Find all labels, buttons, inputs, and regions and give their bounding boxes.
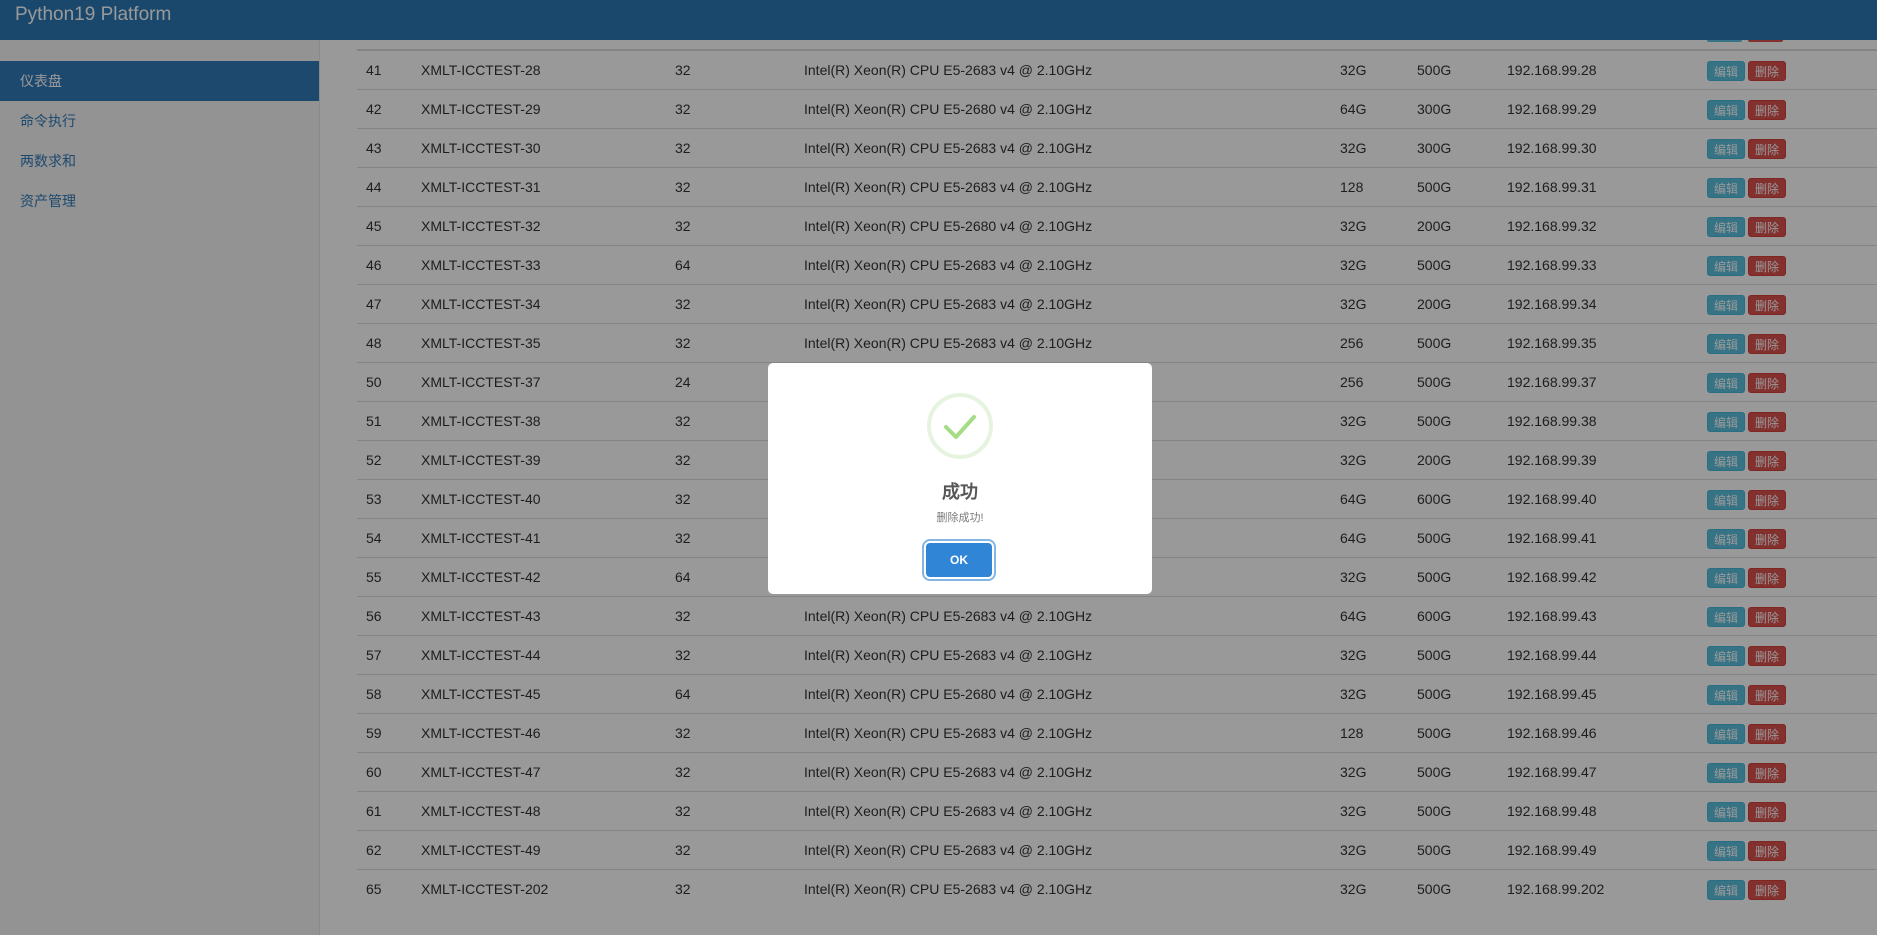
success-dialog: 成功 删除成功! OK — [768, 363, 1152, 594]
ok-button[interactable]: OK — [926, 543, 992, 577]
check-icon — [927, 393, 993, 459]
dialog-message: 删除成功! — [936, 512, 984, 524]
dialog-title: 成功 — [942, 482, 978, 502]
